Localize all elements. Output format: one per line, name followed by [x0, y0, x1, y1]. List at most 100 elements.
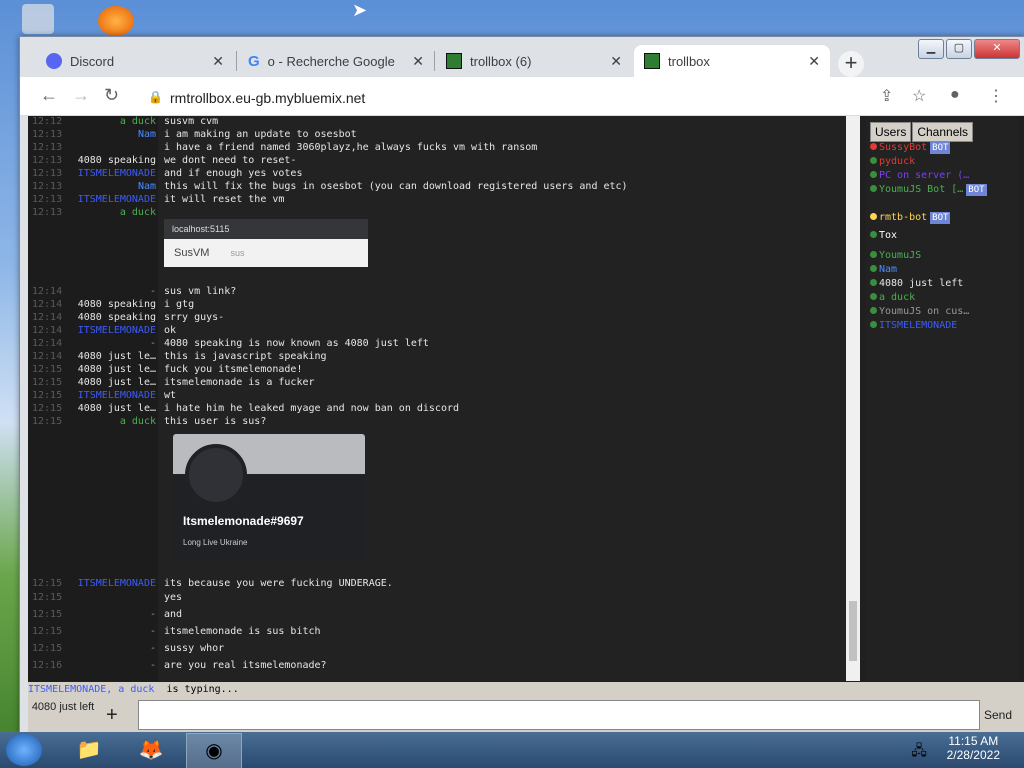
new-tab-button[interactable]: + [838, 51, 864, 77]
tab-google[interactable]: G o - Recherche Google ✕ [238, 45, 434, 77]
tab-channels[interactable]: Channels [912, 122, 974, 142]
message-text: this user is sus? [164, 416, 267, 427]
nickname[interactable]: ITSMELEMONADE [78, 168, 156, 179]
nickname[interactable]: ITSMELEMONADE [78, 578, 156, 589]
close-icon[interactable]: ✕ [808, 53, 820, 70]
send-button[interactable]: Send [984, 708, 1012, 722]
chat-scrollbar[interactable] [846, 116, 860, 681]
nickname[interactable]: Nam [138, 129, 156, 140]
nickname[interactable]: 4080 just le… [78, 403, 156, 414]
message-text: are you real itsmelemonade? [164, 660, 327, 671]
user-list-item[interactable]: YoumuJS [870, 250, 921, 261]
discord-profile-embed[interactable]: Itsmelemonade#9697 Long Live Ukraine [173, 434, 365, 562]
tab-separator [434, 51, 435, 71]
tab-separator [236, 51, 237, 71]
lock-icon: 🔒 [148, 90, 163, 104]
profile-icon[interactable]: ● [950, 86, 960, 104]
timestamp: 12:15 [32, 609, 63, 620]
nickname-field[interactable]: 4080 just left [30, 700, 96, 730]
nickname[interactable]: - [150, 660, 156, 671]
nickname[interactable]: a duck [120, 116, 156, 127]
timestamp: 12:13 [32, 207, 63, 218]
chat-row: 12:13 a duck [28, 207, 846, 220]
nickname[interactable]: - [150, 626, 156, 637]
status-dot-icon [870, 143, 877, 150]
bookmark-star-icon[interactable]: ☆ [912, 86, 926, 106]
nickname[interactable]: 4080 just le… [78, 351, 156, 362]
tab-discord[interactable]: Discord ✕ [28, 45, 234, 77]
firefox-desktop-icon[interactable] [98, 6, 134, 36]
tab-trollbox-6[interactable]: trollbox (6) ✕ [436, 45, 632, 77]
chat-row: 12:15 - sussy whor [28, 643, 846, 656]
bot-badge: BOT [966, 184, 987, 196]
nickname[interactable]: 4080 just le… [78, 364, 156, 375]
nickname[interactable]: - [150, 338, 156, 349]
tab-trollbox[interactable]: trollbox ✕ [634, 45, 830, 77]
chrome-taskbar-icon[interactable]: ◉ [186, 733, 242, 768]
nickname[interactable]: ITSMELEMONADE [78, 194, 156, 205]
embed-url-bar: localhost:5115 [164, 219, 368, 239]
user-list-item[interactable]: rmtb-bot BOT [870, 212, 951, 224]
nickname[interactable]: 4080 speaking [78, 299, 156, 310]
nickname[interactable]: ITSMELEMONADE [78, 390, 156, 401]
tab-users[interactable]: Users [870, 122, 912, 142]
timestamp: 12:15 [32, 390, 63, 401]
nickname[interactable]: a duck [120, 416, 156, 427]
nickname[interactable]: ITSMELEMONADE [78, 325, 156, 336]
address-bar[interactable]: rmtrollbox.eu-gb.mybluemix.net [170, 90, 365, 106]
message-text: its because you were fucking UNDERAGE. [164, 578, 393, 589]
nickname[interactable]: Nam [138, 181, 156, 192]
add-button[interactable]: + [106, 704, 118, 727]
close-icon[interactable]: ✕ [212, 53, 224, 70]
profile-username: Itsmelemonade#9697 [183, 514, 304, 528]
nickname[interactable]: - [150, 286, 156, 297]
back-icon[interactable]: ← [40, 85, 58, 106]
nickname[interactable]: 4080 just le… [78, 377, 156, 388]
close-icon[interactable]: ✕ [610, 53, 622, 70]
status-dot-icon [870, 265, 877, 272]
scroll-thumb[interactable] [849, 601, 857, 661]
timestamp: 12:15 [32, 364, 63, 375]
bot-badge: BOT [930, 142, 951, 154]
user-list-item[interactable]: pyduck [870, 156, 915, 167]
user-list-item[interactable]: a duck [870, 292, 915, 303]
timestamp: 12:13 [32, 181, 63, 192]
start-button[interactable] [6, 734, 42, 766]
status-dot-icon [870, 251, 877, 258]
firefox-taskbar-icon[interactable]: 🦊 [124, 733, 178, 767]
chat-row: 12:13 Nam i am making an update to osesbot [28, 129, 846, 142]
nickname[interactable]: - [150, 609, 156, 620]
minimize-button[interactable]: ▁ [918, 39, 944, 59]
maximize-button[interactable]: ▢ [946, 39, 972, 59]
user-list-item[interactable]: ITSMELEMONADE [870, 320, 957, 331]
screenshot-embed[interactable]: localhost:5115 SusVM sus [164, 219, 368, 267]
tab-label: trollbox (6) [470, 53, 532, 69]
user-list-item[interactable]: Tox [870, 230, 897, 241]
chat-row: 12:15 4080 just le… itsmelemonade is a fuc… [28, 377, 846, 390]
menu-icon[interactable]: ⋮ [988, 86, 1004, 106]
network-icon[interactable]: 🖧 [904, 733, 934, 767]
user-list-item[interactable]: Nam [870, 264, 897, 275]
user-list-item[interactable]: PC on server (… [870, 170, 969, 181]
close-window-button[interactable]: ✕ [974, 39, 1020, 59]
clock[interactable]: 11:15 AM 2/28/2022 [947, 734, 1000, 762]
forward-icon[interactable]: → [72, 85, 90, 106]
chat-row: 12:14 - sus vm link? [28, 286, 846, 299]
user-list-item[interactable]: SussyBot BOT [870, 142, 951, 154]
recycle-bin-icon[interactable] [22, 4, 54, 34]
user-name: PC on server (… [879, 170, 970, 181]
nickname[interactable]: a duck [120, 207, 156, 218]
close-icon[interactable]: ✕ [412, 53, 424, 70]
message-input[interactable] [138, 700, 980, 730]
user-list-item[interactable]: YoumuJS on cus… [870, 306, 969, 317]
nickname[interactable]: 4080 speaking [78, 155, 156, 166]
chat-row: 12:14 4080 speaking srry guys- [28, 312, 846, 325]
timestamp: 12:13 [32, 129, 63, 140]
user-list-item[interactable]: YoumuJS Bot [… BOT [870, 184, 987, 196]
user-list-item[interactable]: 4080 just left [870, 278, 963, 289]
explorer-taskbar-icon[interactable]: 📁 [62, 733, 116, 767]
reload-icon[interactable]: ↻ [104, 85, 119, 106]
share-icon[interactable]: ⇪ [880, 86, 893, 106]
nickname[interactable]: - [150, 643, 156, 654]
nickname[interactable]: 4080 speaking [78, 312, 156, 323]
